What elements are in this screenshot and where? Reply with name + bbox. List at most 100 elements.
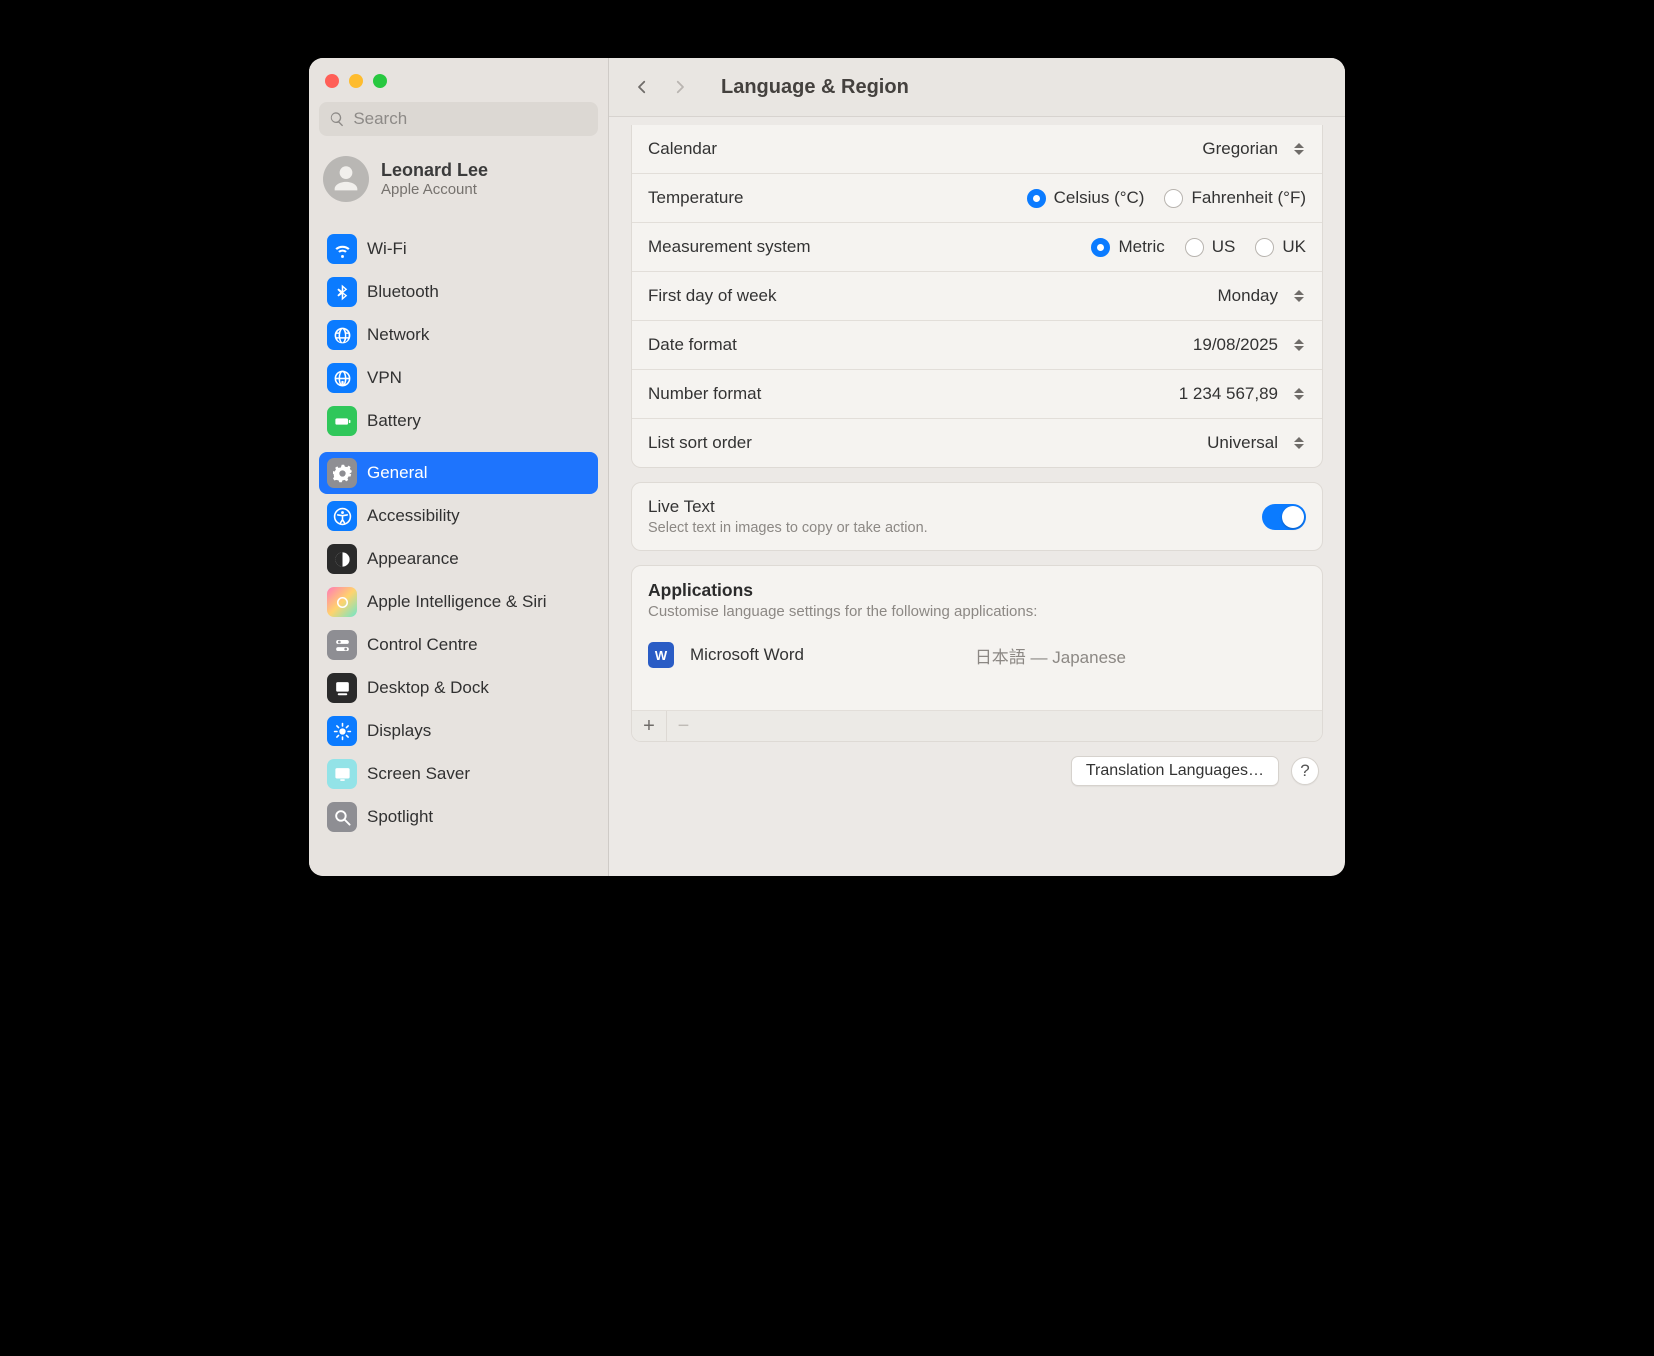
sidebar-item-screen-saver[interactable]: Screen Saver	[319, 753, 598, 795]
live-text-sub: Select text in images to copy or take ac…	[648, 520, 928, 536]
spotlight-icon	[327, 802, 357, 832]
sidebar-item-general[interactable]: General	[319, 452, 598, 494]
radio-dot-icon	[1185, 238, 1204, 257]
calendar-row[interactable]: Calendar Gregorian	[632, 125, 1322, 173]
sidebar-item-label: Bluetooth	[367, 282, 439, 302]
toolbar: Language & Region	[609, 58, 1345, 117]
radio-label: Celsius (°C)	[1054, 188, 1145, 208]
search-field[interactable]	[319, 102, 598, 136]
minimize-window-button[interactable]	[349, 74, 363, 88]
remove-application-button[interactable]: −	[666, 711, 700, 741]
sidebar-item-control-centre[interactable]: Control Centre	[319, 624, 598, 666]
help-button[interactable]: ?	[1291, 757, 1319, 785]
date-format-row[interactable]: Date format 19/08/2025	[632, 320, 1322, 369]
forward-button[interactable]	[665, 72, 695, 102]
zoom-window-button[interactable]	[373, 74, 387, 88]
sidebar-item-battery[interactable]: Battery	[319, 400, 598, 442]
accessibility-icon	[327, 501, 357, 531]
popup-arrows-icon	[1292, 437, 1306, 449]
radio-dot-icon	[1255, 238, 1274, 257]
close-window-button[interactable]	[325, 74, 339, 88]
sidebar-item-label: Screen Saver	[367, 764, 470, 784]
number-format-label: Number format	[648, 384, 761, 404]
applications-list-footer: + −	[632, 710, 1322, 741]
sidebar-item-bluetooth[interactable]: Bluetooth	[319, 271, 598, 313]
add-application-button[interactable]: +	[632, 711, 666, 741]
measurement-radio-group: Metric US UK	[1091, 237, 1306, 257]
sidebar-item-spotlight[interactable]: Spotlight	[319, 796, 598, 838]
displays-icon	[327, 716, 357, 746]
calendar-value: Gregorian	[1202, 139, 1278, 159]
number-format-value: 1 234 567,89	[1179, 384, 1278, 404]
first-day-row[interactable]: First day of week Monday	[632, 271, 1322, 320]
word-app-icon: W	[648, 642, 674, 668]
sidebar-item-label: Wi-Fi	[367, 239, 407, 259]
ai-icon	[327, 587, 357, 617]
application-name: Microsoft Word	[690, 645, 804, 665]
radio-label: UK	[1282, 237, 1306, 257]
radio-label: Fahrenheit (°F)	[1191, 188, 1306, 208]
application-language: 日本語 — Japanese	[975, 643, 1126, 668]
sidebar-item-appearance[interactable]: Appearance	[319, 538, 598, 580]
sidebar-item-label: Spotlight	[367, 807, 433, 827]
system-settings-window: Leonard Lee Apple Account Wi-Fi Bluetooth…	[309, 58, 1345, 876]
main-panel: Language & Region Calendar Gregorian Tem…	[609, 58, 1345, 876]
first-day-label: First day of week	[648, 286, 777, 306]
measurement-radio-uk[interactable]: UK	[1255, 237, 1306, 257]
chevron-left-icon	[633, 78, 651, 96]
sidebar-item-label: Control Centre	[367, 635, 478, 655]
search-input[interactable]	[353, 109, 588, 129]
sidebar-item-network[interactable]: Network	[319, 314, 598, 356]
apple-account-row[interactable]: Leonard Lee Apple Account	[319, 150, 598, 218]
search-icon	[329, 110, 345, 128]
popup-arrows-icon	[1292, 339, 1306, 351]
account-name: Leonard Lee	[381, 160, 488, 181]
temperature-label: Temperature	[648, 188, 743, 208]
sidebar-item-apple-intelligence-siri[interactable]: Apple Intelligence & Siri	[319, 581, 598, 623]
popup-arrows-icon	[1292, 143, 1306, 155]
measurement-row: Measurement system MetricUSUK	[632, 222, 1322, 271]
popup-arrows-icon	[1292, 290, 1306, 302]
sidebar-item-accessibility[interactable]: Accessibility	[319, 495, 598, 537]
list-sort-label: List sort order	[648, 433, 752, 453]
footer-row: Translation Languages… ?	[631, 742, 1323, 786]
sidebar-item-label: Desktop & Dock	[367, 678, 489, 698]
temperature-row: Temperature Celsius (°C) Fahrenheit (°F)	[632, 173, 1322, 222]
first-day-value: Monday	[1218, 286, 1278, 306]
gear-icon	[327, 458, 357, 488]
screensaver-icon	[327, 759, 357, 789]
sidebar-item-desktop-dock[interactable]: Desktop & Dock	[319, 667, 598, 709]
applications-title: Applications	[632, 566, 1322, 603]
sidebar-item-wi-fi[interactable]: Wi-Fi	[319, 228, 598, 270]
measurement-radio-metric[interactable]: Metric	[1091, 237, 1164, 257]
live-text-row: Live Text Select text in images to copy …	[632, 483, 1322, 550]
temperature-radio-celsius-c[interactable]: Celsius (°C)	[1027, 188, 1145, 208]
radio-dot-icon	[1027, 189, 1046, 208]
sidebar-item-displays[interactable]: Displays	[319, 710, 598, 752]
measurement-radio-us[interactable]: US	[1185, 237, 1236, 257]
applications-card: Applications Customise language settings…	[631, 565, 1323, 742]
sidebar-nav: Wi-Fi Bluetooth Network VPN Battery GeneralAc…	[319, 218, 598, 847]
account-subtitle: Apple Account	[381, 181, 488, 198]
translation-languages-button[interactable]: Translation Languages…	[1071, 756, 1279, 786]
sidebar-item-label: Apple Intelligence & Siri	[367, 592, 547, 612]
sidebar-item-vpn[interactable]: VPN	[319, 357, 598, 399]
list-sort-row[interactable]: List sort order Universal	[632, 418, 1322, 467]
avatar	[323, 156, 369, 202]
back-button[interactable]	[627, 72, 657, 102]
globe-icon	[327, 320, 357, 350]
sidebar-item-label: Battery	[367, 411, 421, 431]
number-format-row[interactable]: Number format 1 234 567,89	[632, 369, 1322, 418]
live-text-toggle[interactable]	[1262, 504, 1306, 530]
date-format-value: 19/08/2025	[1193, 335, 1278, 355]
battery-icon	[327, 406, 357, 436]
radio-label: Metric	[1118, 237, 1164, 257]
application-row[interactable]: W Microsoft Word 日本語 — Japanese	[632, 632, 1322, 710]
radio-dot-icon	[1164, 189, 1183, 208]
temperature-radio-fahrenheit-f[interactable]: Fahrenheit (°F)	[1164, 188, 1306, 208]
sidebar-item-label: VPN	[367, 368, 402, 388]
window-controls	[319, 68, 598, 102]
applications-sub: Customise language settings for the foll…	[632, 603, 1322, 632]
popup-arrows-icon	[1292, 388, 1306, 400]
calendar-label: Calendar	[648, 139, 717, 159]
